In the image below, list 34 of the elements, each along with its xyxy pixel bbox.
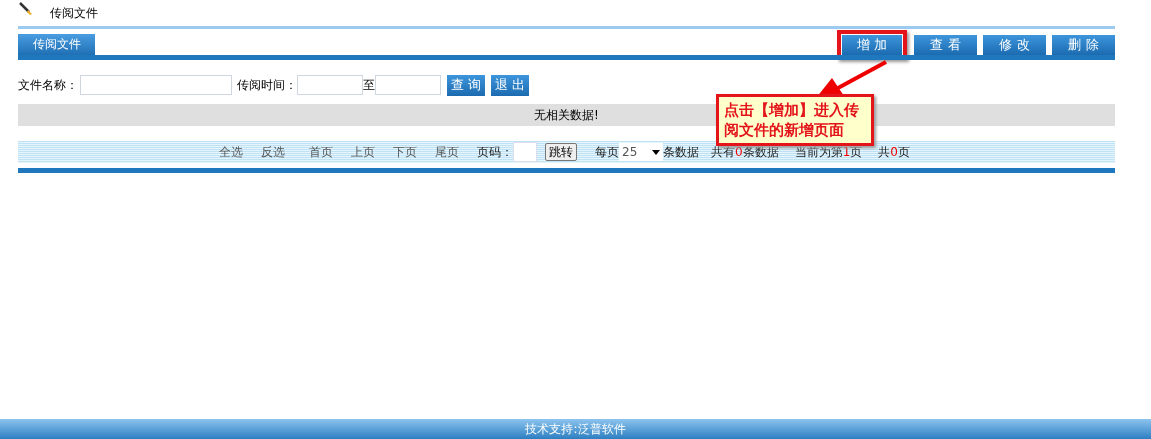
pager-link[interactable]: 首页: [309, 143, 334, 161]
jump-button[interactable]: 跳转: [545, 143, 578, 161]
field-label: 传阅时间：: [237, 76, 297, 94]
pen-icon: [18, 1, 34, 17]
field-label: 文件名称：: [18, 76, 78, 94]
action-button[interactable]: 增 加: [842, 35, 902, 55]
start-date-field[interactable]: [297, 75, 363, 95]
callout-note: 点击【增加】进入传阅文件的新增页面: [716, 94, 874, 146]
pager-link[interactable]: 下页: [393, 143, 418, 161]
per-page-label: 每页: [595, 143, 620, 161]
search-button[interactable]: 退 出: [491, 74, 529, 96]
tab[interactable]: 传阅文件: [18, 34, 95, 55]
pager-stat: 共0页: [878, 143, 910, 161]
action-button[interactable]: 查 看: [914, 35, 977, 55]
action-button[interactable]: 删 除: [1052, 35, 1115, 55]
dropdown-icon: [652, 149, 661, 155]
range-separator: 至: [363, 76, 375, 94]
search-button[interactable]: 查 询: [447, 74, 485, 96]
pager-link[interactable]: 反选: [261, 143, 286, 161]
pager-stat: 共有0条数据: [711, 143, 779, 161]
per-page-select[interactable]: 25: [619, 143, 664, 161]
pager-link[interactable]: 上页: [351, 143, 376, 161]
end-date-field[interactable]: [375, 75, 441, 95]
pager-link[interactable]: 尾页: [435, 143, 460, 161]
empty-message: 无相关数据!: [534, 106, 599, 124]
action-button[interactable]: 修 改: [983, 35, 1046, 55]
page-label: 页码：: [477, 143, 514, 161]
pager-stat: 当前为第1页: [794, 143, 863, 161]
footer-text: 技术支持:泛普软件: [525, 420, 626, 438]
pager-link[interactable]: 全选: [219, 143, 244, 161]
page-title: 传阅文件: [50, 4, 98, 22]
page-field[interactable]: [513, 142, 538, 162]
name-field[interactable]: [80, 75, 232, 95]
per-page-suffix: 条数据: [663, 143, 700, 161]
